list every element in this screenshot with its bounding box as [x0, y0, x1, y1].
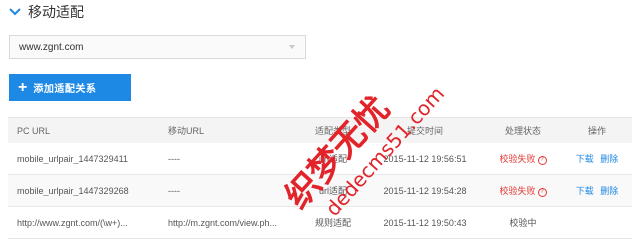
cell-time: 2015-11-12 19:56:51: [383, 153, 467, 164]
cell-time: 2015-11-12 19:50:43: [383, 217, 467, 228]
header-status: 处理状态: [504, 126, 541, 136]
table-header: PC URL 移动URL 适配类型 提交时间 处理状态 操作: [8, 117, 632, 143]
table-row: http://www.zgnt.com/(\w+)... http://m.zg…: [8, 207, 632, 239]
cell-pc-url: http://www.zgnt.com/(\w+)...: [17, 217, 128, 228]
status-fail-text: 校验失败: [499, 154, 536, 164]
download-link[interactable]: 下载: [576, 186, 594, 196]
header-type: 适配类型: [314, 126, 351, 136]
section-header: 移动适配: [8, 2, 84, 22]
site-select[interactable]: www.zgnt.com: [9, 35, 306, 59]
help-icon[interactable]: ?: [537, 188, 547, 197]
section-title: 移动适配: [28, 5, 84, 21]
table-row: mobile_urlpair_1447329411 ---- url适配 201…: [8, 143, 632, 175]
header-ops: 操作: [587, 126, 606, 136]
cell-status: 校验失败?: [484, 184, 562, 197]
add-adaptation-label: 添加适配关系: [33, 84, 97, 95]
cell-type: url适配: [318, 154, 347, 164]
header-time: 提交时间: [406, 126, 443, 136]
cell-pc-url: mobile_urlpair_1447329411: [17, 153, 128, 164]
cell-ops: 下载 删除: [562, 152, 632, 165]
header-mobile-url: 移动URL: [168, 126, 205, 136]
caret-down-icon: [289, 45, 295, 49]
cell-pc-url: mobile_urlpair_1447329268: [17, 185, 129, 196]
site-select-value: www.zgnt.com: [19, 41, 84, 53]
adaptation-table: PC URL 移动URL 适配类型 提交时间 处理状态 操作 mobile_ur…: [8, 117, 632, 239]
cell-type: 规则适配: [314, 218, 351, 228]
delete-link[interactable]: 删除: [600, 186, 618, 196]
add-adaptation-button[interactable]: + 添加适配关系: [9, 74, 131, 101]
cell-time: 2015-11-12 19:54:28: [383, 185, 467, 196]
help-icon[interactable]: ?: [537, 156, 547, 165]
cell-ops: 下载 删除: [562, 184, 632, 197]
cell-mobile-url: ----: [168, 153, 180, 164]
status-pending-text: 校验中: [509, 218, 537, 228]
cell-mobile-url: http://m.zgnt.com/view.ph...: [168, 217, 278, 228]
cell-type: url适配: [318, 186, 347, 196]
plus-icon: +: [18, 78, 28, 96]
cell-status: 校验失败?: [484, 152, 562, 165]
delete-link[interactable]: 删除: [600, 154, 618, 164]
status-fail-text: 校验失败: [499, 186, 536, 196]
cell-mobile-url: ----: [168, 185, 180, 196]
chevron-down-icon[interactable]: [8, 5, 22, 19]
cell-status: 校验中: [484, 216, 562, 229]
table-row: mobile_urlpair_1447329268 ---- url适配 201…: [8, 175, 632, 207]
header-pc-url: PC URL: [17, 125, 51, 136]
download-link[interactable]: 下载: [576, 154, 594, 164]
